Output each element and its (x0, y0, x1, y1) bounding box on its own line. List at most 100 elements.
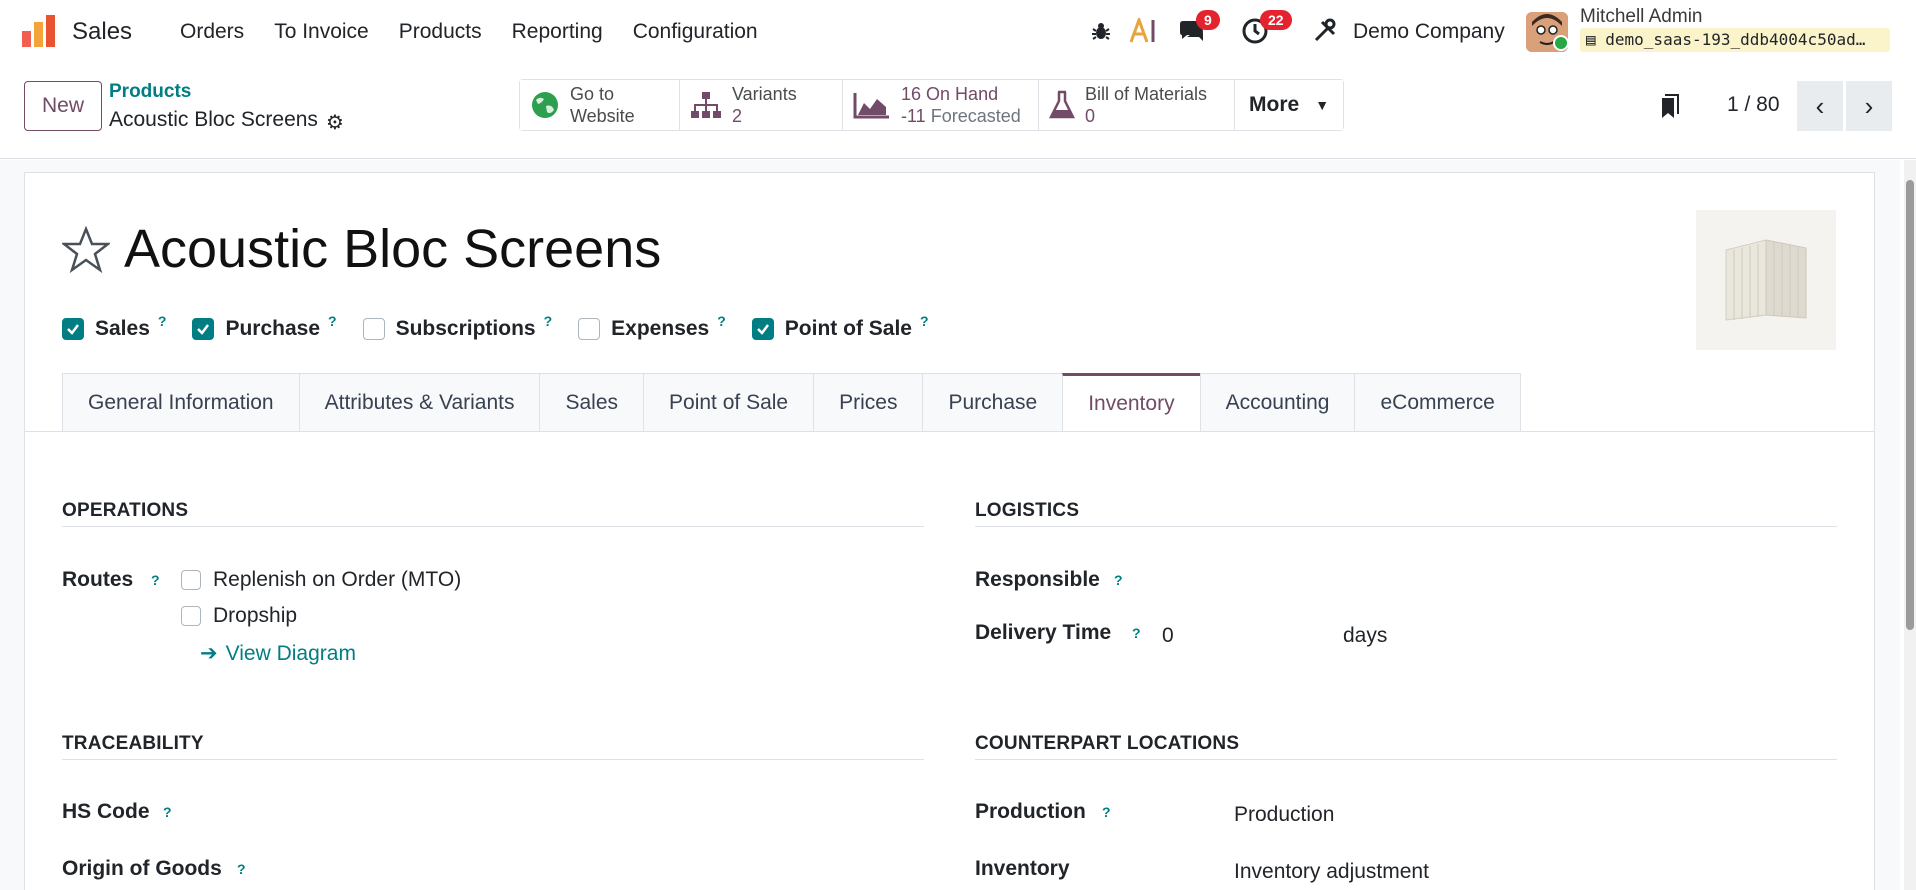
website-line2: Website (570, 106, 635, 126)
tab-divider (25, 431, 1875, 432)
tab-prices[interactable]: Prices (813, 373, 923, 432)
route-dropship-checkbox[interactable] (181, 606, 201, 626)
product-image[interactable] (1696, 210, 1836, 350)
tab-sales[interactable]: Sales (539, 373, 644, 432)
go-to-website-button[interactable]: Go to Website (520, 80, 680, 130)
variants-button[interactable]: Variants 2 (680, 80, 843, 130)
delivery-time-help-icon[interactable]: ? (1132, 625, 1141, 641)
hs-code-help-icon[interactable]: ? (163, 804, 172, 820)
chat-icon[interactable]: 9 (1176, 10, 1220, 46)
product-name-field[interactable]: Acoustic Bloc Screens (124, 218, 661, 280)
pager-value[interactable]: 1 / 80 (1727, 93, 1780, 117)
tab-inventory[interactable]: Inventory (1062, 373, 1200, 432)
tab-ecommerce[interactable]: eCommerce (1354, 373, 1521, 432)
pager-previous-button[interactable]: ‹ (1797, 81, 1843, 131)
inventory-label: Inventory (975, 857, 1070, 880)
view-diagram-label: View Diagram (225, 642, 356, 665)
bill-of-materials-button[interactable]: Bill of Materials 0 (1039, 80, 1235, 130)
breadcrumb-products[interactable]: Products (109, 81, 191, 103)
help-tooltip-icon[interactable]: ? (717, 313, 726, 329)
top-navbar: Sales Orders To Invoice Products Reporti… (0, 0, 1916, 64)
flag-sales[interactable]: Sales? (62, 313, 166, 341)
view-diagram-link[interactable]: ➔ View Diagram (200, 641, 356, 666)
tab-point-of-sale[interactable]: Point of Sale (643, 373, 814, 432)
purchase-checkbox[interactable] (192, 318, 215, 340)
menu-orders[interactable]: Orders (180, 20, 244, 44)
responsible-field[interactable] (1235, 560, 1835, 596)
gear-icon[interactable]: ⚙ (326, 110, 344, 135)
expenses-flag-label: Expenses (611, 317, 710, 340)
bom-count: 0 (1085, 106, 1096, 126)
help-tooltip-icon[interactable]: ? (920, 313, 929, 329)
route-mto-label: Replenish on Order (MTO) (213, 568, 462, 591)
route-dropship[interactable]: Dropship (181, 604, 297, 628)
pager-next-button[interactable]: › (1846, 81, 1892, 131)
route-mto-checkbox[interactable] (181, 570, 201, 590)
menu-reporting[interactable]: Reporting (512, 20, 603, 44)
scrollbar-thumb[interactable] (1906, 180, 1914, 630)
tab-general-information[interactable]: General Information (62, 373, 299, 432)
tab-attributes-variants[interactable]: Attributes & Variants (298, 373, 540, 432)
route-mto[interactable]: Replenish on Order (MTO) (181, 568, 461, 592)
flag-subscriptions[interactable]: Subscriptions? (362, 313, 552, 341)
flag-expenses[interactable]: Expenses? (578, 313, 726, 341)
menu-configuration[interactable]: Configuration (633, 20, 758, 44)
more-label: More (1249, 93, 1300, 116)
origin-help-icon[interactable]: ? (237, 861, 246, 877)
new-button[interactable]: New (24, 81, 102, 131)
user-name[interactable]: Mitchell Admin (1580, 6, 1703, 28)
main-menu: Orders To Invoice Products Reporting Con… (180, 20, 788, 44)
flask-icon (1049, 90, 1075, 119)
settings-tools-icon[interactable] (1310, 16, 1340, 46)
inventory-location-field[interactable]: Inventory adjustment (1234, 860, 1429, 884)
ai-icon[interactable] (1129, 16, 1159, 46)
subscriptions-flag-label: Subscriptions (395, 317, 536, 340)
flag-purchase[interactable]: Purchase? (192, 313, 337, 341)
help-tooltip-icon[interactable]: ? (158, 313, 167, 329)
flag-point-of-sale[interactable]: Point of Sale? (751, 313, 929, 341)
globe-icon (532, 92, 558, 118)
responsible-help-icon[interactable]: ? (1114, 572, 1123, 588)
database-name-text: demo_saas-193_ddb4004c50ad… (1605, 30, 1866, 49)
tab-accounting[interactable]: Accounting (1199, 373, 1355, 432)
smart-buttons: Go to Website Variants 2 16 On Hand -11 Fo… (519, 79, 1345, 131)
help-tooltip-icon[interactable]: ? (544, 313, 553, 329)
routes-help-icon[interactable]: ? (151, 572, 160, 588)
subscriptions-checkbox[interactable] (362, 318, 385, 340)
production-label: Production (975, 800, 1086, 823)
help-tooltip-icon[interactable]: ? (328, 313, 337, 329)
page-scrollbar[interactable] (1904, 160, 1916, 890)
sales-checkbox[interactable] (62, 318, 84, 340)
debug-bug-icon[interactable] (1086, 16, 1116, 46)
expenses-checkbox[interactable] (578, 318, 601, 340)
database-icon: ▤ (1586, 30, 1606, 49)
database-name: ▤ demo_saas-193_ddb4004c50ad… (1580, 28, 1890, 52)
purchase-flag-label: Purchase (225, 317, 321, 340)
hierarchy-icon (691, 92, 721, 118)
production-location-field[interactable]: Production (1234, 803, 1334, 827)
app-name[interactable]: Sales (72, 18, 132, 46)
website-line1: Go to (570, 84, 615, 104)
tab-purchase[interactable]: Purchase (922, 373, 1063, 432)
activity-clock-icon[interactable]: 22 (1240, 10, 1292, 46)
menu-products[interactable]: Products (399, 20, 482, 44)
on-hand-forecast-button[interactable]: 16 On Hand -11 Forecasted (843, 80, 1039, 130)
hs-code-label: HS Code (62, 800, 150, 823)
area-chart-icon (853, 93, 889, 119)
on-hand-label: On Hand (926, 84, 999, 104)
company-switcher[interactable]: Demo Company (1353, 20, 1505, 44)
favorite-star-icon[interactable] (62, 226, 110, 274)
notebook-tabs: General Information Attributes & Variant… (62, 373, 1521, 432)
production-help-icon[interactable]: ? (1102, 804, 1111, 820)
route-dropship-label: Dropship (213, 604, 298, 627)
hs-code-input[interactable] (300, 792, 920, 828)
responsible-label: Responsible (975, 568, 1100, 591)
menu-to-invoice[interactable]: To Invoice (274, 20, 369, 44)
delivery-time-input[interactable]: 0 (1162, 624, 1174, 648)
counterpart-locations-title: COUNTERPART LOCATIONS (975, 733, 1240, 754)
sales-app-icon[interactable] (20, 13, 58, 49)
point-of-sale-checkbox[interactable] (751, 318, 774, 340)
bookmark-icon[interactable] (1660, 94, 1680, 120)
more-button[interactable]: More ▼ (1235, 80, 1344, 130)
point-of-sale-flag-label: Point of Sale (784, 317, 912, 340)
